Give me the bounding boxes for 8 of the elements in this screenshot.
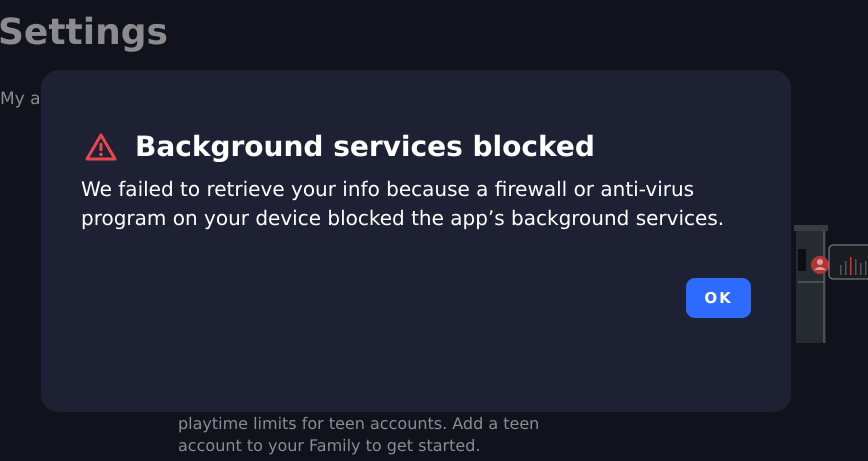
dialog-message: We failed to retrieve your info because a firewall or anti-virus program on your device blocked the app’s background services.: [81, 176, 726, 232]
description-text: playtime limits for teen accounts. Add a teen: [178, 413, 540, 435]
description-text: account to your Family to get started.: [178, 435, 482, 457]
ok-button[interactable]: OK: [686, 278, 751, 318]
account-tab[interactable]: My a: [0, 89, 41, 109]
warning-icon: [85, 132, 117, 160]
dialog-title: Background services blocked: [135, 130, 595, 163]
page-title: Settings: [0, 12, 168, 53]
